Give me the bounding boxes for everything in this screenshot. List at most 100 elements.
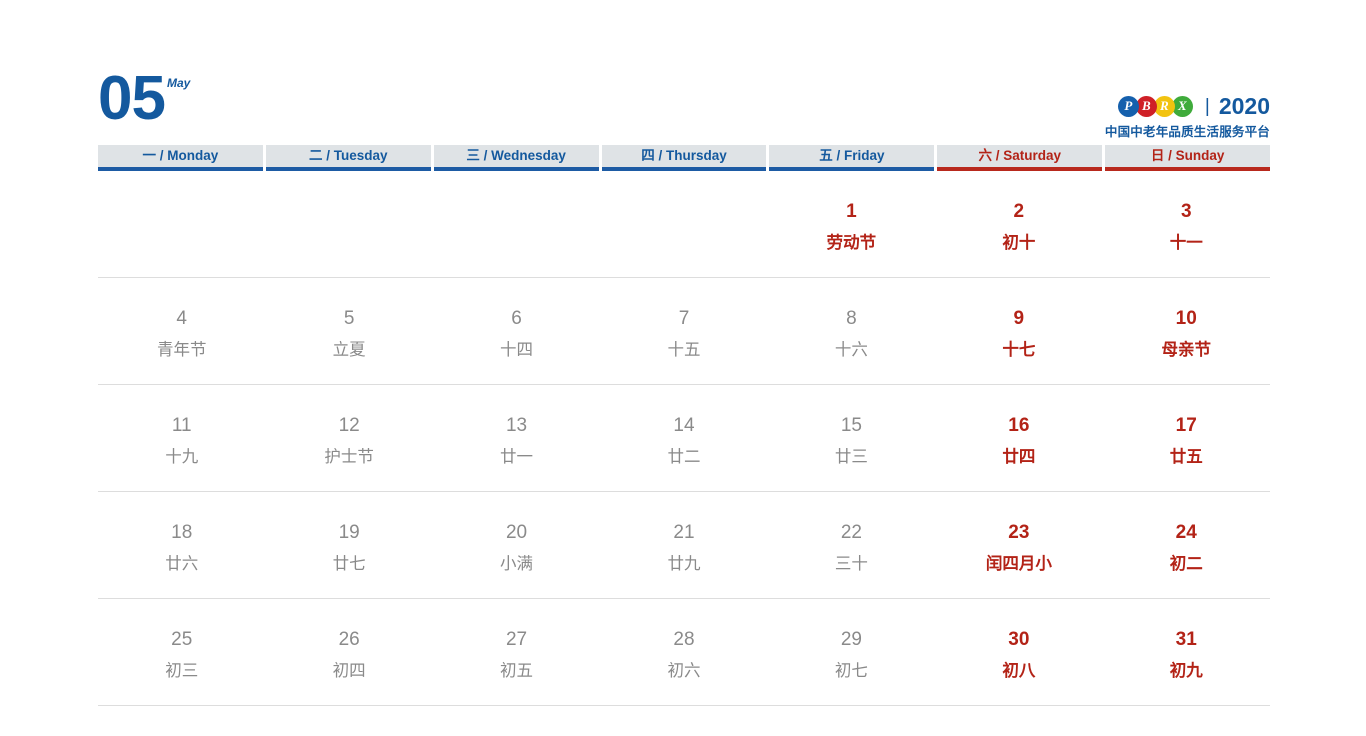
weekday-header-row: 一 / Monday 二 / Tuesday 三 / Wednesday 四 / Th… [98,145,1271,171]
calendar-day-cell[interactable]: 8 十六 [768,278,935,384]
brand-block: P B R X | 2020 中国中老年品质生活服务平台 [1105,94,1270,140]
calendar-day-cell[interactable]: 5 立夏 [265,278,432,384]
day-lunar-label: 立夏 [332,340,366,359]
calendar-day-cell[interactable]: 31 初九 [1103,599,1270,705]
day-number: 22 [840,522,862,543]
day-lunar-label: 廿一 [500,447,534,466]
day-lunar-label: 廿六 [165,554,199,573]
day-number: 14 [673,415,695,436]
day-lunar-label: 廿七 [332,554,366,573]
calendar-day-cell[interactable]: 27 初五 [433,599,600,705]
day-lunar-label: 初四 [332,661,366,680]
day-lunar-label: 初二 [1169,554,1203,573]
calendar-day-cell[interactable]: 19 廿七 [265,492,432,598]
day-number: 26 [338,629,360,650]
day-number: 31 [1175,629,1197,650]
day-lunar-label: 初六 [667,661,701,680]
day-lunar-label: 初三 [165,661,199,680]
day-lunar-label: 十九 [165,447,199,466]
day-lunar-label: 十六 [834,340,868,359]
weekday-header-cell[interactable]: 二 / Tuesday [265,145,431,171]
calendar-day-cell[interactable]: 10 母亲节 [1103,278,1270,384]
day-number: 13 [505,415,528,436]
day-number: 3 [1180,201,1192,222]
month-title: 05 May [98,64,191,133]
calendar-day-cell[interactable]: 2 初十 [935,171,1102,277]
day-number: 23 [1008,522,1030,543]
calendar-day-cell[interactable]: 20 小满 [433,492,600,598]
weekday-header-cell[interactable]: 五 / Friday [769,145,935,171]
day-lunar-label: 十四 [500,340,534,359]
day-number: 15 [840,415,862,436]
day-lunar-label: 母亲节 [1161,340,1211,359]
calendar-day-cell[interactable]: 18 廿六 [98,492,265,598]
weekday-header-cell[interactable]: 三 / Wednesday [433,145,599,171]
brand-subtitle: 中国中老年品质生活服务平台 [1104,125,1270,139]
weekday-header-cell[interactable]: 日 / Sunday [1105,145,1271,171]
day-lunar-label: 十一 [1169,233,1203,252]
calendar-day-cell[interactable]: 11 十九 [98,385,265,491]
calendar-day-cell[interactable]: 28 初六 [600,599,767,705]
calendar-day-cell[interactable]: 24 初二 [1103,492,1270,598]
calendar-week-row: 18 廿六 19 廿七 20 小满 21 廿九 22 三十 23 闰四月小 24 初二 [98,492,1270,599]
calendar-day-cell[interactable]: 12 护士节 [265,385,432,491]
weekday-header-cell[interactable]: 六 / Saturday [937,145,1103,171]
day-number: 16 [1008,415,1030,436]
brand-separator: | [1204,95,1210,117]
month-number: 05 [98,64,166,133]
day-number: 30 [1008,629,1030,650]
day-number: 28 [673,629,695,650]
month-name-english: May [166,76,191,90]
calendar-day-cell[interactable]: 9 十七 [935,278,1102,384]
calendar-day-cell[interactable]: 6 十四 [433,278,600,384]
calendar-day-cell[interactable]: 15 廿三 [768,385,935,491]
calendar-day-cell[interactable]: 23 闰四月小 [935,492,1102,598]
day-number: 17 [1175,415,1197,436]
calendar-day-cell[interactable]: 3 十一 [1103,171,1270,277]
day-number: 10 [1175,308,1197,329]
calendar-day-cell[interactable]: 16 廿四 [935,385,1102,491]
day-number: 24 [1175,522,1197,543]
day-lunar-label: 十五 [667,340,701,359]
logo-letter-b-icon: B [1135,95,1157,117]
calendar-day-cell[interactable]: 1 劳动节 [768,171,935,277]
day-lunar-label: 初十 [1002,233,1036,252]
day-lunar-label: 廿九 [667,554,701,573]
calendar-day-cell[interactable]: 26 初四 [265,599,432,705]
day-lunar-label: 廿二 [667,447,701,466]
calendar-day-cell[interactable]: 30 初八 [935,599,1102,705]
day-number: 6 [511,308,522,329]
calendar-day-cell[interactable]: 14 廿二 [600,385,767,491]
calendar-day-cell[interactable]: 21 廿九 [600,492,767,598]
day-lunar-label: 闰四月小 [985,554,1052,573]
day-lunar-label: 廿三 [834,447,868,466]
calendar-day-cell[interactable]: 7 十五 [600,278,767,384]
day-number: 2 [1013,201,1025,222]
weekday-header-cell[interactable]: 四 / Thursday [601,145,767,171]
day-number: 25 [171,629,193,650]
day-number: 8 [846,308,857,329]
calendar-day-cell[interactable]: 22 三十 [768,492,935,598]
brand-logo: P B R X [1117,95,1193,117]
day-number: 11 [171,415,192,436]
calendar-day-cell[interactable]: 29 初七 [768,599,935,705]
calendar-day-cell[interactable]: 4 青年节 [98,278,265,384]
calendar-day-cell-empty [98,171,265,277]
day-number: 1 [846,201,857,222]
calendar-day-cell[interactable]: 17 廿五 [1103,385,1270,491]
weekday-header-cell[interactable]: 一 / Monday [98,145,263,171]
calendar-grid: 一 / Monday 二 / Tuesday 三 / Wednesday 四 / Th… [98,145,1271,706]
day-lunar-label: 劳动节 [826,233,877,252]
calendar-day-cell[interactable]: 25 初三 [98,599,265,705]
day-lunar-label: 初九 [1169,661,1203,680]
calendar-week-row: 4 青年节 5 立夏 6 十四 7 十五 8 十六 9 十七 10 母亲节 [98,278,1270,385]
calendar-day-cell[interactable]: 13 廿一 [433,385,600,491]
day-number: 7 [678,308,690,329]
day-number: 12 [338,415,360,436]
calendar-week-row: 11 十九 12 护士节 13 廿一 14 廿二 15 廿三 16 廿四 17 廿五 [98,385,1270,492]
day-lunar-label: 初七 [834,661,868,680]
calendar-week-rows: 1 劳动节 2 初十 3 十一 4 青年节 5 立夏 6 十四 7 十五 8 十六 9 十七 10 母亲节 11 十九 12… [98,171,1270,706]
day-number: 29 [840,629,862,650]
logo-letter-p-icon: P [1117,95,1139,117]
day-lunar-label: 十七 [1002,340,1036,359]
